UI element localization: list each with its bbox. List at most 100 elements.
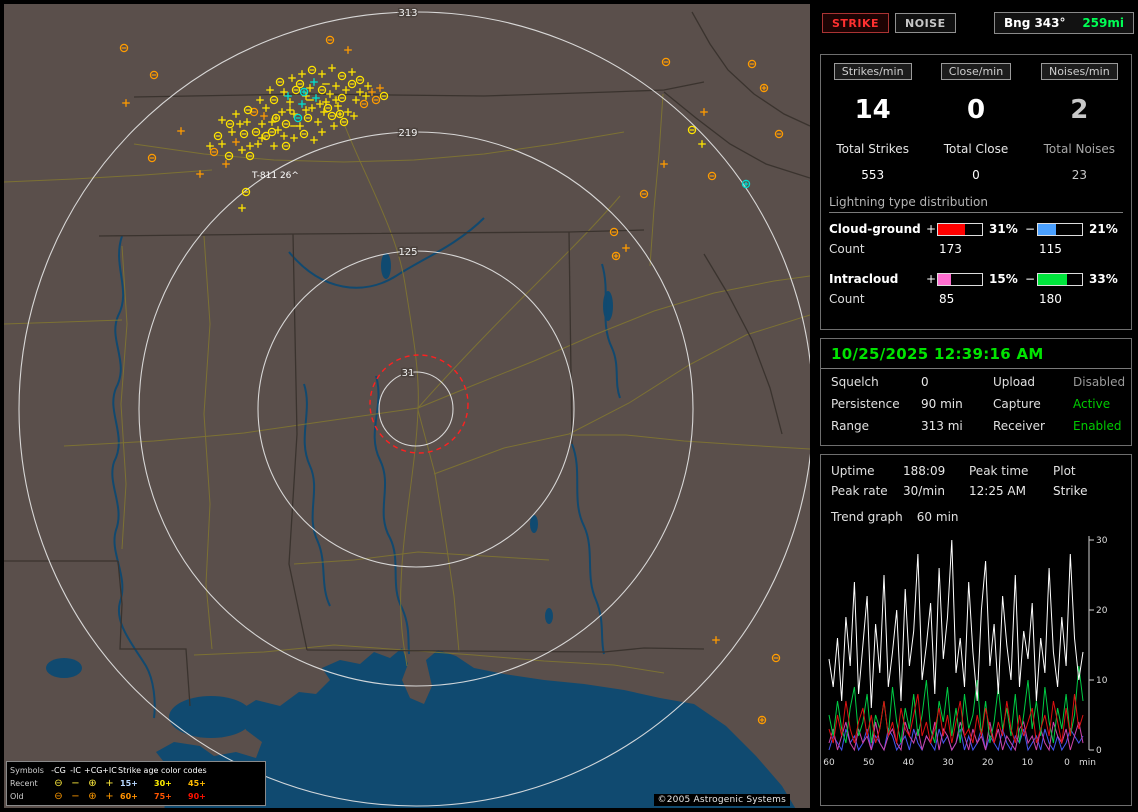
map-land [4, 4, 810, 808]
strike-button[interactable]: STRIKE [822, 13, 890, 33]
total-labels-row: Total Strikes Total Close Total Noises [821, 134, 1131, 156]
total-noises-label: Total Noises [1043, 142, 1116, 156]
cg-minus-bar [1037, 222, 1083, 236]
svg-text:0: 0 [1064, 758, 1070, 768]
cg-minus-count: 115 [1039, 242, 1062, 256]
range-label: Range [831, 419, 870, 433]
rate-chips-row: Strikes/min Close/min Noises/min [821, 63, 1131, 80]
legend-age-title: Strike age color codes [118, 766, 207, 775]
svg-text:31: 31 [402, 368, 415, 379]
svg-text:20: 20 [1096, 606, 1108, 616]
uptime-value: 188:09 [903, 464, 946, 478]
noises-per-min-value: 2 [1070, 95, 1089, 125]
statistics-box: Strikes/min Close/min Noises/min 14 0 2 … [820, 54, 1132, 330]
legend-col-neg-ic: -IC [70, 766, 81, 775]
svg-text:10: 10 [1096, 676, 1108, 686]
trend-graph-window: 60 min [916, 510, 959, 524]
upload-label: Upload [993, 375, 1036, 389]
legend-old-label: Old [10, 792, 24, 801]
capture-status: Active [1073, 397, 1111, 411]
copyright-text: ©2005 Astrogenic Systems [653, 794, 790, 806]
svg-text:40: 40 [903, 758, 915, 768]
legend-recent-label: Recent [10, 779, 38, 788]
svg-text:219: 219 [398, 128, 417, 139]
distribution-title: Lightning type distribution [829, 195, 1123, 213]
symbol-legend: Symbols -CG -IC +CG +IC Strike age color… [6, 761, 266, 806]
svg-text:60: 60 [823, 758, 835, 768]
total-strikes-label: Total Strikes [836, 142, 909, 156]
bearing-label: Bng 343° [1004, 16, 1066, 30]
trend-graph[interactable]: 010203060 50 40 30 20 10 0 min [823, 530, 1123, 780]
ic-minus-bar-fill [1038, 273, 1068, 285]
age-90: 90+ [188, 792, 206, 801]
squelch-value: 0 [921, 375, 929, 389]
receiver-label: Receiver [993, 419, 1045, 433]
app-window: 313 219 125 31 T-811 26^ Symbols -CG -IC +CG… [0, 0, 1138, 812]
ic-minus-percent: 33% [1089, 272, 1118, 286]
peak-rate-value: 30/min [903, 484, 945, 498]
settings-table: Squelch 0 Upload Disabled Persistence 90… [831, 375, 1125, 433]
legend-col-pos-ic: +IC [102, 766, 117, 775]
total-noises-value: 23 [1071, 168, 1087, 182]
cg-plus-bar-fill [938, 223, 966, 235]
noise-button[interactable]: NOISE [895, 13, 956, 33]
ic-minus-count: 180 [1039, 292, 1062, 306]
svg-text:T-811 26^: T-811 26^ [251, 171, 299, 181]
strikes-per-min-value: 14 [854, 95, 891, 125]
strikes-per-min-chip[interactable]: Strikes/min [833, 63, 912, 80]
minus-sign: − [1024, 272, 1036, 286]
cg-plus-count: 173 [939, 242, 962, 256]
svg-text:30: 30 [942, 758, 954, 768]
trend-graph-label: Trend graph [831, 510, 903, 524]
ic-plus-count: 85 [939, 292, 955, 306]
ic-plus-bar-fill [938, 273, 952, 285]
peak-time-value: 12:25 AM [969, 484, 1026, 498]
count-label: Count [829, 292, 865, 306]
cg-plus-percent: 31% [989, 222, 1018, 236]
status-box: 10/25/2025 12:39:16 AM Squelch 0 Upload … [820, 338, 1132, 446]
trend-box: Uptime 188:09 Peak time Plot Peak rate 3… [820, 454, 1132, 806]
svg-text:20: 20 [982, 758, 994, 768]
cloud-ground-label: Cloud-ground [829, 222, 921, 236]
ic-plus-percent: 15% [989, 272, 1018, 286]
plot-label: Plot [1053, 464, 1076, 478]
svg-text:313: 313 [398, 8, 417, 19]
plus-sign: + [925, 272, 937, 286]
ic-minus-bar [1037, 272, 1083, 286]
svg-text:125: 125 [398, 247, 417, 258]
plus-icon: + [105, 778, 114, 789]
circle-minus-icon: ⊖ [54, 791, 63, 802]
intracloud-label: Intracloud [829, 272, 899, 286]
uptime-label: Uptime [831, 464, 875, 478]
svg-text:30: 30 [1096, 536, 1108, 546]
trend-graph-header: Trend graph 60 min [831, 510, 1121, 524]
cg-minus-bar-fill [1038, 223, 1057, 235]
peak-time-label: Peak time [969, 464, 1029, 478]
ic-plus-bar [937, 272, 983, 286]
squelch-label: Squelch [831, 375, 879, 389]
lightning-map[interactable]: 313 219 125 31 T-811 26^ Symbols -CG -IC +CG… [4, 4, 810, 808]
close-per-min-value: 0 [966, 95, 986, 125]
legend-col-pos-cg: +CG [84, 766, 103, 775]
plot-value: Strike [1053, 484, 1088, 498]
datetime-display: 10/25/2025 12:39:16 AM [821, 339, 1131, 369]
map-canvas: 313 219 125 31 T-811 26^ [4, 4, 810, 808]
total-close-value: 0 [972, 168, 980, 182]
peak-rate-label: Peak rate [831, 484, 888, 498]
age-60: 60+ [120, 792, 138, 801]
persistence-value: 90 min [921, 397, 963, 411]
close-per-min-chip[interactable]: Close/min [940, 63, 1012, 80]
total-values-row: 553 0 23 [821, 164, 1131, 182]
minus-icon: − [71, 778, 80, 789]
noises-per-min-chip[interactable]: Noises/min [1040, 63, 1118, 80]
age-30: 30+ [154, 779, 172, 788]
legend-col-neg-cg: -CG [51, 766, 66, 775]
total-close-label: Total Close [943, 142, 1009, 156]
age-75: 75+ [154, 792, 172, 801]
distribution-table: Cloud-ground + 31% − 21% Count 173 115 I… [829, 222, 1125, 306]
capture-label: Capture [993, 397, 1041, 411]
svg-text:0: 0 [1096, 746, 1102, 756]
age-15: 15+ [120, 779, 138, 788]
total-strikes-value: 553 [861, 168, 885, 182]
uptime-table: Uptime 188:09 Peak time Plot Peak rate 3… [831, 464, 1121, 498]
